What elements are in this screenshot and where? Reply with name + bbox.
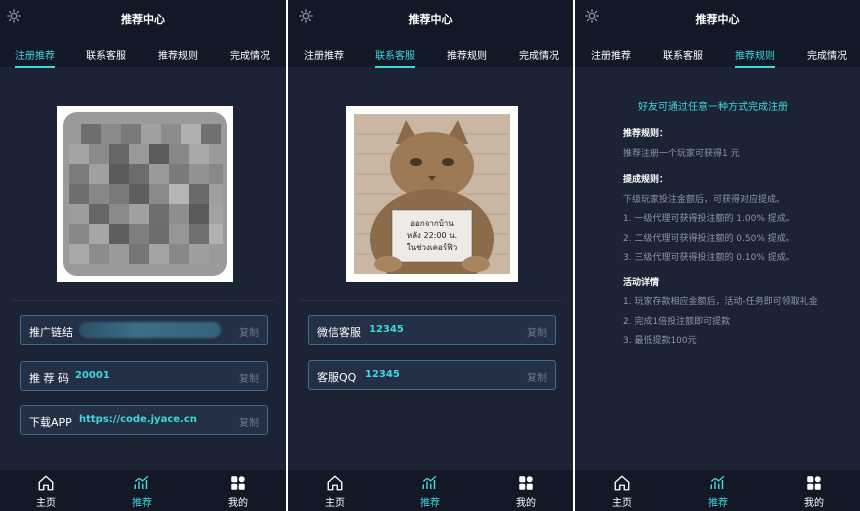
nav-home-label: 主页 (36, 498, 56, 509)
tab-contact-service[interactable]: 联系客服 (375, 47, 415, 68)
tab-completion-status[interactable]: 完成情况 (807, 47, 847, 62)
nav-home[interactable]: 主页 (315, 474, 355, 509)
rule-line: 1. 玩家存款相应金额后，活动-任务即可领取礼金 (623, 297, 818, 307)
panel-referral-rules: 推荐中心 注册推荐 联系客服 推荐规则 完成情况 好友可通过任意一种方式完成注册… (575, 0, 860, 511)
tab-contact-service[interactable]: 联系客服 (86, 47, 126, 62)
bottom-nav: 主页 推荐 我的 (575, 470, 860, 511)
nav-referral[interactable]: 推荐 (410, 474, 450, 509)
page-title: 推荐中心 (695, 13, 740, 26)
trend-icon (422, 475, 437, 489)
home-icon (38, 475, 54, 491)
nav-mine[interactable]: 我的 (506, 474, 546, 509)
tab-completion-status[interactable]: 完成情况 (519, 47, 559, 62)
copy-referral-code-button[interactable]: 复制 (239, 370, 259, 385)
trend-icon (134, 475, 149, 489)
nav-mine-label: 我的 (516, 498, 536, 509)
nav-referral-label: 推荐 (708, 498, 728, 509)
page-title: 推荐中心 (121, 13, 165, 26)
wechat-service-label: 微信客服 (317, 326, 361, 339)
header-bar: 推荐中心 (0, 0, 286, 37)
referral-link-label: 推广链结 (29, 326, 73, 339)
nav-referral[interactable]: 推荐 (122, 474, 162, 509)
panel-register-referral: 推荐中心 注册推荐 联系客服 推荐规则 完成情况 推广链结 复制 推 荐 码 2… (0, 0, 286, 511)
sign-line-2: หลัง 22:00 น. (407, 231, 457, 240)
nav-mine-label: 我的 (228, 498, 248, 509)
qq-service-label: 客服QQ (317, 371, 357, 384)
grid-icon (231, 476, 245, 490)
home-icon (614, 475, 630, 491)
nav-home-label: 主页 (325, 498, 345, 509)
section-title-activity-details: 活动详情 (623, 278, 660, 288)
nav-referral[interactable]: 推荐 (698, 474, 738, 509)
rule-line: 3. 最低提款100元 (623, 336, 697, 346)
tab-contact-service[interactable]: 联系客服 (663, 47, 703, 62)
tab-referral-rules[interactable]: 推荐规则 (447, 47, 487, 62)
rule-line: 下级玩家投注金额后，可获得对应提成。 (623, 195, 786, 205)
home-icon (327, 475, 343, 491)
tab-register-referral[interactable]: 注册推荐 (15, 47, 55, 68)
qq-service-value: 12345 (365, 369, 400, 380)
service-qr-image: ออกจากบ้าน หลัง 22:00 น. ในช่วงเคอร์ฟิว (346, 106, 518, 282)
copy-wechat-button[interactable]: 复制 (527, 324, 547, 339)
nav-mine-label: 我的 (804, 498, 824, 509)
nav-mine[interactable]: 我的 (218, 474, 258, 509)
trend-icon (710, 475, 725, 489)
panel-contact-service: 推荐中心 注册推荐 联系客服 推荐规则 完成情况 ออกจากบ้าน หลัง (288, 0, 573, 511)
sign-line-1: ออกจากบ้าน (410, 219, 454, 228)
download-app-label: 下载APP (29, 416, 72, 429)
nav-mine[interactable]: 我的 (794, 474, 834, 509)
cat-photo: ออกจากบ้าน หลัง 22:00 น. ในช่วงเคอร์ฟิว (354, 114, 510, 274)
tab-bar: 注册推荐 联系客服 推荐规则 完成情况 (0, 37, 286, 68)
divider (12, 300, 274, 301)
section-title-referral-rules: 推荐规则： (623, 129, 669, 139)
rule-line: 1. 一级代理可获得投注额的 1.00% 提成。 (623, 214, 795, 224)
copy-qq-button[interactable]: 复制 (527, 369, 547, 384)
tab-referral-rules[interactable]: 推荐规则 (735, 47, 775, 68)
referral-link-row: 推广链结 复制 (20, 315, 268, 345)
rule-line: 3. 三级代理可获得投注额的 0.10% 提成。 (623, 253, 795, 263)
tab-bar: 注册推荐 联系客服 推荐规则 完成情况 (575, 37, 860, 68)
header-bar: 推荐中心 (575, 0, 860, 37)
bottom-nav: 主页 推荐 我的 (288, 470, 573, 511)
qq-service-row: 客服QQ 12345 复制 (308, 360, 556, 390)
qr-code-image (57, 106, 233, 282)
tab-completion-status[interactable]: 完成情况 (230, 47, 270, 62)
nav-home-label: 主页 (612, 498, 632, 509)
referral-code-row: 推 荐 码 20001 复制 (20, 361, 268, 391)
referral-code-value: 20001 (75, 370, 110, 381)
nav-referral-label: 推荐 (132, 498, 152, 509)
nav-home[interactable]: 主页 (602, 474, 642, 509)
nav-home[interactable]: 主页 (26, 474, 66, 509)
download-app-url[interactable]: https://code.jyace.cn (79, 414, 197, 425)
tab-register-referral[interactable]: 注册推荐 (591, 47, 631, 62)
rules-headline: 好友可通过任意一种方式完成注册 (638, 102, 788, 113)
wechat-service-row: 微信客服 12345 复制 (308, 315, 556, 345)
divider (300, 300, 561, 301)
tab-bar: 注册推荐 联系客服 推荐规则 完成情况 (288, 37, 573, 68)
section-title-commission-rules: 提成规则： (623, 175, 669, 185)
tab-register-referral[interactable]: 注册推荐 (304, 47, 344, 62)
referral-code-label: 推 荐 码 (29, 372, 69, 385)
header-bar: 推荐中心 (288, 0, 573, 37)
sign-line-3: ในช่วงเคอร์ฟิว (407, 242, 458, 252)
rule-line: 推荐注册一个玩家可获得1 元 (623, 149, 740, 159)
copy-referral-link-button[interactable]: 复制 (239, 324, 259, 339)
page-title: 推荐中心 (408, 13, 453, 26)
nav-referral-label: 推荐 (420, 498, 440, 509)
bottom-nav: 主页 推荐 我的 (0, 470, 286, 511)
rule-line: 2. 二级代理可获得投注额的 0.50% 提成。 (623, 234, 795, 244)
tab-referral-rules[interactable]: 推荐规则 (158, 47, 198, 62)
rule-line: 2. 完成1倍投注额即可提款 (623, 317, 731, 327)
referral-link-value-masked (79, 322, 221, 338)
grid-icon (807, 476, 821, 490)
copy-download-url-button[interactable]: 复制 (239, 414, 259, 429)
download-app-row: 下载APP https://code.jyace.cn 复制 (20, 405, 268, 435)
grid-icon (519, 476, 533, 490)
wechat-service-value: 12345 (369, 324, 404, 335)
